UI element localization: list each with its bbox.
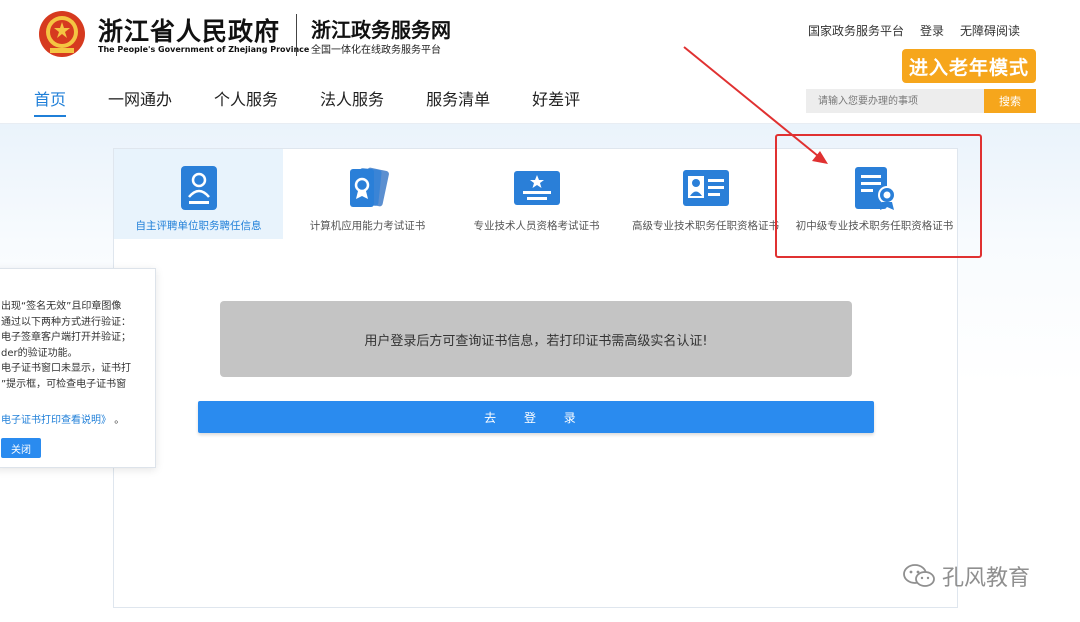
watermark: 孔风教育 (902, 560, 1030, 592)
tab-self-appraisal[interactable]: 自主评聘单位职务聘任信息 (114, 149, 283, 239)
login-notice: 用户登录后方可查询证书信息，若打印证书需高级实名认证! (220, 301, 852, 377)
link-accessibility[interactable]: 无障碍阅读 (960, 22, 1020, 39)
gov-name: 浙江省人民政府 (98, 17, 281, 46)
link-login[interactable]: 登录 (920, 22, 944, 39)
popup-line: der的验证功能。 (1, 347, 78, 359)
popup-line: 出现“签名无效”且印章图像 (1, 301, 122, 312)
watermark-text: 孔风教育 (942, 566, 1031, 591)
site-name[interactable]: 浙江政务服务网 (311, 14, 451, 43)
site-header: 浙江省人民政府 The People's Government of Zheji… (0, 0, 1080, 124)
popup-link-suffix: 。 (114, 415, 125, 426)
id-card-icon (180, 166, 217, 210)
certificate-star-icon (513, 171, 560, 205)
nav-service-list[interactable]: 服务清单 (426, 86, 490, 120)
popup-text: 出现“签名无效”且印章图像 通过以下两种方式进行验证： 电子签章客户端打开并验证… (1, 299, 131, 392)
wechat-icon (903, 564, 935, 587)
certificate-medal-icon (349, 167, 389, 207)
link-national-platform[interactable]: 国家政务服务平台 (808, 22, 904, 39)
tab-label: 计算机应用能力考试证书 (309, 220, 426, 232)
popup-line: 通过以下两种方式进行验证： (1, 316, 131, 328)
site-subtitle: 全国一体化在线政务服务平台 (311, 45, 441, 56)
national-emblem-icon (39, 11, 85, 57)
elder-mode-button[interactable]: 进入老年模式 (902, 49, 1036, 83)
top-links: 国家政务服务平台 登录 无障碍阅读 (808, 22, 1020, 39)
brand-divider (296, 14, 297, 56)
go-login-button[interactable]: 去 登 录 (198, 401, 874, 433)
popup-link-row: 电子证书打印查看说明》 。 (1, 411, 124, 426)
popup-line: 电子证书窗口未显示，证书打 (1, 363, 131, 374)
tab-senior-title-cert[interactable]: 高级专业技术职务任职资格证书 (621, 149, 790, 239)
nav-corporate-services[interactable]: 法人服务 (320, 86, 384, 120)
tab-label: 高级专业技术职务任职资格证书 (632, 220, 779, 232)
tab-professional-exam-cert[interactable]: 专业技术人员资格考试证书 (452, 149, 621, 239)
tab-label: 专业技术人员资格考试证书 (473, 220, 600, 232)
annotation-highlight-box (775, 134, 982, 258)
search-bar: 搜索 (806, 89, 1036, 113)
nav-home[interactable]: 首页 (34, 86, 67, 120)
tab-label: 自主评聘单位职务聘任信息 (135, 220, 262, 232)
profile-card-icon (682, 170, 729, 206)
main-nav: 首页 一网通办 个人服务 法人服务 服务清单 好差评 (34, 86, 622, 120)
popup-line: ”提示框，可检查电子证书窗 (1, 378, 127, 390)
nav-one-stop[interactable]: 一网通办 (108, 86, 172, 120)
print-instructions-link[interactable]: 电子证书打印查看说明》 (1, 415, 111, 426)
nav-personal-services[interactable]: 个人服务 (214, 86, 278, 120)
search-button[interactable]: 搜索 (984, 89, 1036, 113)
tab-computer-exam-cert[interactable]: 计算机应用能力考试证书 (283, 149, 452, 239)
signature-help-popup: 出现“签名无效”且印章图像 通过以下两种方式进行验证： 电子签章客户端打开并验证… (0, 268, 156, 468)
popup-close-button[interactable]: 关闭 (1, 438, 41, 458)
nav-feedback[interactable]: 好差评 (532, 86, 580, 120)
popup-line: 电子签章客户端打开并验证； (1, 332, 131, 343)
search-input[interactable] (806, 89, 984, 113)
gov-name-en: The People's Government of Zhejiang Prov… (98, 45, 310, 54)
